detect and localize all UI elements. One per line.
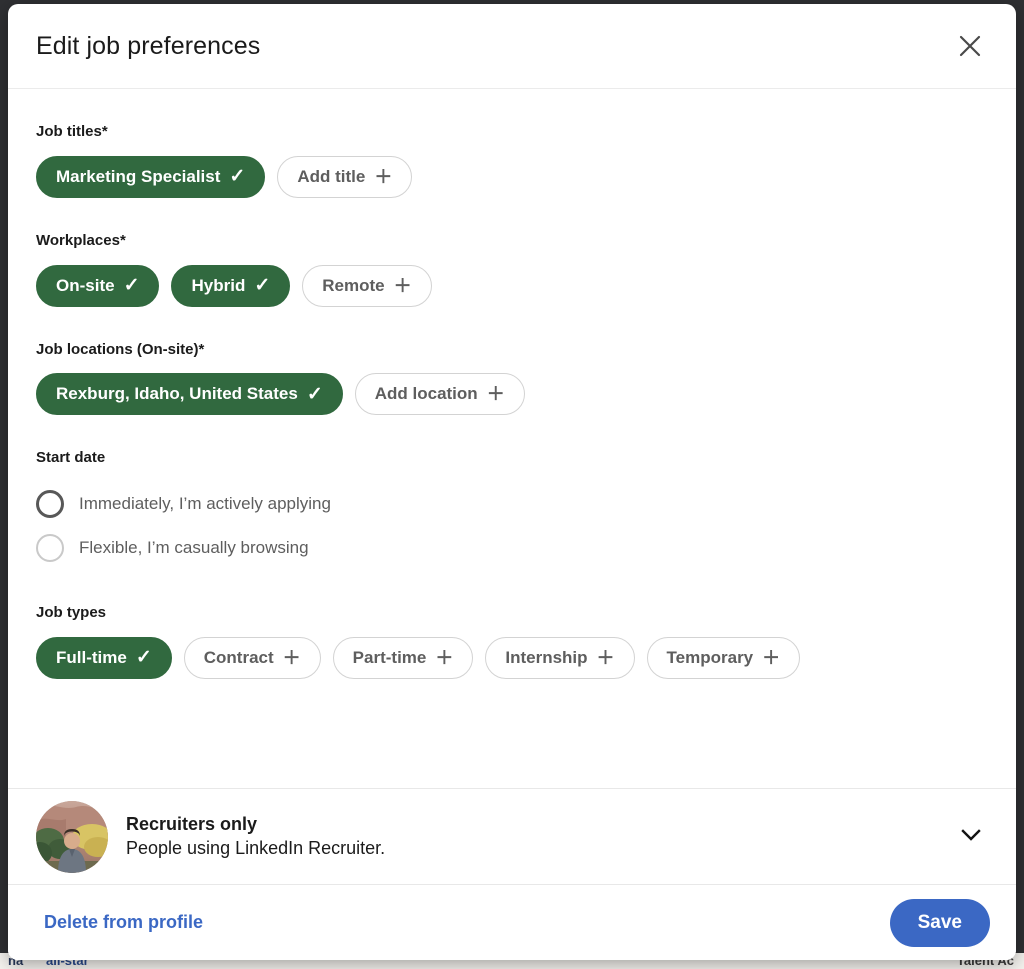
label-job-locations-text: Job locations (On-site) (36, 340, 199, 358)
pill-label: Full-time (56, 647, 127, 667)
plus-icon: ＋ (486, 384, 505, 405)
plus-icon: ＋ (393, 275, 412, 296)
check-icon: ✓ (229, 166, 246, 188)
pill-label: Marketing Specialist (56, 166, 221, 186)
visibility-text: Recruiters only People using LinkedIn Re… (126, 814, 385, 859)
pill-add-title[interactable]: Add title ＋ (277, 155, 413, 198)
pill-temporary[interactable]: Temporary ＋ (646, 636, 801, 679)
radio-icon (36, 534, 64, 562)
label-job-titles-text: Job titles (36, 123, 102, 140)
check-icon: ✓ (254, 275, 271, 296)
pill-label: Hybrid (191, 275, 246, 295)
plus-icon: ＋ (762, 647, 781, 668)
pill-label: Add location (374, 384, 478, 404)
required-marker: * (198, 340, 205, 358)
modal-body-scroll[interactable]: Job titles* Marketing Specialist ✓ Add t… (8, 89, 1016, 788)
label-workplaces: Workplaces* (36, 232, 988, 251)
close-button[interactable] (946, 22, 994, 70)
pill-marketing-specialist[interactable]: Marketing Specialist ✓ (36, 155, 266, 198)
field-group-job-types: Job types Full-time ✓ Contract ＋ Part-ti… (36, 604, 988, 679)
plus-icon: ＋ (282, 647, 301, 668)
radio-option-immediately[interactable]: Immediately, I’m actively applying (36, 482, 988, 526)
page-title: Edit job preferences (36, 31, 261, 60)
modal-header: Edit job preferences (8, 4, 1016, 89)
label-start-date: Start date (36, 449, 106, 467)
radio-label: Flexible, I’m casually browsing (79, 538, 309, 557)
close-icon (957, 33, 983, 59)
pill-full-time[interactable]: Full-time ✓ (36, 636, 172, 679)
pill-contract[interactable]: Contract ＋ (183, 636, 321, 679)
pill-part-time[interactable]: Part-time ＋ (332, 636, 474, 679)
pill-label: Remote (322, 275, 385, 295)
avatar-photo (36, 800, 108, 873)
pill-label: Internship (505, 647, 588, 667)
check-icon: ✓ (306, 383, 323, 405)
delete-from-profile-button[interactable]: Delete from profile (34, 904, 213, 941)
field-group-job-locations: Job locations (On-site)* Rexburg, Idaho,… (36, 341, 988, 416)
visibility-title: Recruiters only (126, 814, 258, 834)
pill-rexburg-idaho[interactable]: Rexburg, Idaho, United States ✓ (36, 373, 343, 416)
label-job-types: Job types (36, 604, 107, 621)
pill-row-job-titles: Marketing Specialist ✓ Add title ＋ (36, 155, 988, 198)
modal-footer: Delete from profile Save (8, 884, 1016, 960)
radio-icon (36, 490, 64, 518)
field-group-job-titles: Job titles* Marketing Specialist ✓ Add t… (36, 123, 988, 198)
plus-icon: ＋ (435, 647, 454, 668)
required-marker: * (119, 231, 126, 249)
pill-hybrid[interactable]: Hybrid ✓ (171, 264, 291, 307)
check-icon: ✓ (135, 647, 152, 669)
label-job-locations: Job locations (On-site)* (36, 341, 988, 360)
pill-label: On-site (56, 275, 115, 295)
label-workplaces-text: Workplaces (36, 231, 120, 249)
check-icon: ✓ (123, 275, 140, 296)
pill-label: Contract (203, 647, 274, 667)
pill-label: Temporary (666, 647, 754, 667)
pill-label: Part-time (352, 647, 427, 667)
field-group-workplaces: Workplaces* On-site ✓ Hybrid ✓ Remote ＋ (36, 232, 988, 307)
visibility-subtitle: People using LinkedIn Recruiter. (126, 838, 386, 858)
edit-job-preferences-modal: Edit job preferences Job titles* Marketi… (8, 4, 1016, 960)
avatar (36, 800, 108, 873)
pill-row-workplaces: On-site ✓ Hybrid ✓ Remote ＋ (36, 264, 988, 307)
radio-option-flexible[interactable]: Flexible, I’m casually browsing (36, 526, 988, 570)
chevron-down-icon (958, 822, 984, 851)
radio-label: Immediately, I’m actively applying (79, 494, 331, 513)
required-marker: * (101, 123, 108, 140)
pill-label: Rexburg, Idaho, United States (56, 384, 298, 404)
pill-label: Add title (297, 166, 366, 186)
field-group-start-date: Start date Immediately, I’m actively app… (36, 449, 988, 570)
pill-row-job-types: Full-time ✓ Contract ＋ Part-time ＋ Inter… (36, 636, 988, 679)
save-button[interactable]: Save (889, 898, 990, 947)
label-job-titles: Job titles* (36, 123, 988, 142)
pill-add-location[interactable]: Add location ＋ (354, 373, 525, 416)
plus-icon: ＋ (374, 166, 393, 187)
visibility-panel[interactable]: Recruiters only People using LinkedIn Re… (8, 788, 1016, 884)
pill-row-job-locations: Rexburg, Idaho, United States ✓ Add loca… (36, 373, 988, 416)
visibility-expand-button[interactable] (948, 814, 994, 860)
plus-icon: ＋ (596, 647, 615, 668)
pill-on-site[interactable]: On-site ✓ (36, 264, 160, 307)
pill-remote[interactable]: Remote ＋ (302, 264, 432, 307)
pill-internship[interactable]: Internship ＋ (485, 636, 635, 679)
